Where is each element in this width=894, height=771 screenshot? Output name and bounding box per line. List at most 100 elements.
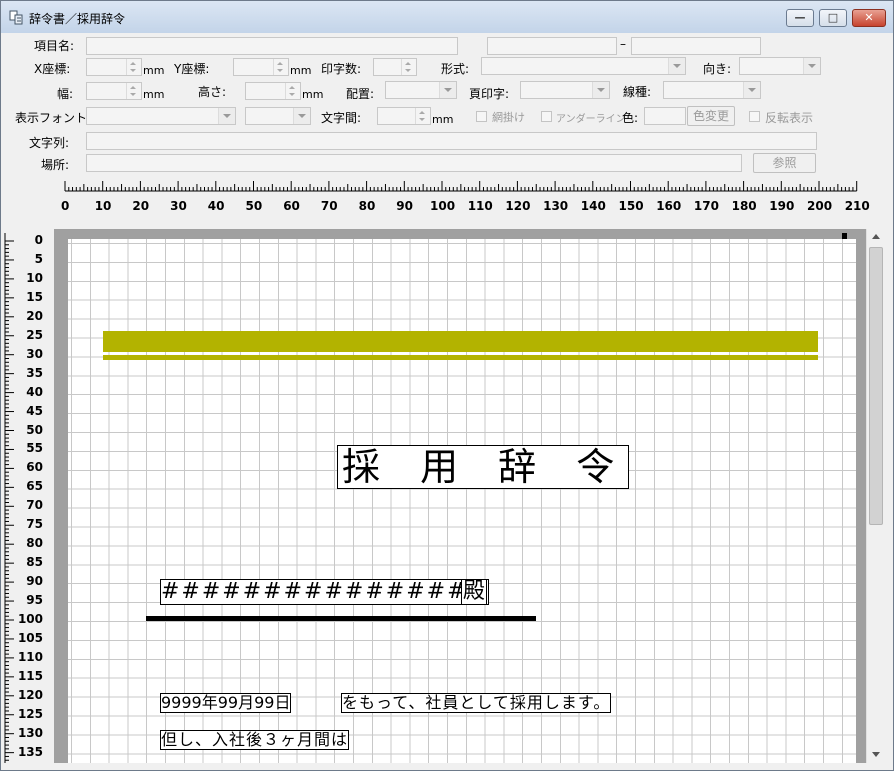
h-ruler-label: 160 <box>656 199 682 213</box>
document-page[interactable]: 採 用 辞 令 ################ 殿 9999年99月99日 を… <box>68 239 856 763</box>
page-print-select[interactable] <box>520 81 610 99</box>
main-window: 辞令書／採用辞令 — □ ✕ 項目名: – X座標: mm Y座標: mm 印字… <box>0 0 894 771</box>
underline-label: アンダーライン <box>556 114 626 125</box>
h-ruler-label: 110 <box>467 199 493 213</box>
height-spinner[interactable] <box>245 82 301 100</box>
color-change-button[interactable]: 色変更 <box>687 106 735 126</box>
linetype-label: 線種: <box>623 85 652 99</box>
heading-text-box[interactable]: 採 用 辞 令 <box>337 445 630 489</box>
header-band[interactable] <box>103 331 818 352</box>
spinner-arrows-icon[interactable] <box>285 83 300 99</box>
x-unit: mm <box>143 64 165 77</box>
h-ruler-label: 200 <box>807 199 833 213</box>
v-ruler-label: 80 <box>26 536 43 551</box>
chevron-down-icon[interactable] <box>743 82 760 98</box>
font-select[interactable] <box>86 107 236 125</box>
sentence-box[interactable]: をもって、社員として採用します。 <box>341 693 612 713</box>
align-select[interactable] <box>385 81 457 99</box>
h-ruler-label: 40 <box>207 199 225 213</box>
y-coord-spinner[interactable] <box>233 58 289 76</box>
spinner-arrows-icon[interactable] <box>273 59 288 75</box>
h-ruler-label: 30 <box>170 199 187 213</box>
chevron-down-icon[interactable] <box>668 58 685 74</box>
v-ruler-label: 50 <box>26 422 43 437</box>
v-ruler-label: 100 <box>17 612 43 626</box>
spacing-spinner[interactable] <box>377 107 431 125</box>
height-unit: mm <box>302 88 324 101</box>
range-end-field[interactable] <box>631 37 761 55</box>
item-name-field[interactable] <box>86 37 458 55</box>
v-ruler-label: 0 <box>34 233 43 247</box>
v-ruler-label: 30 <box>26 346 43 361</box>
v-ruler-label: 90 <box>26 574 43 589</box>
format-select[interactable] <box>481 57 686 75</box>
place-field[interactable] <box>86 154 742 172</box>
linetype-select[interactable] <box>663 81 761 99</box>
x-coord-spinner[interactable] <box>86 58 142 76</box>
direction-select[interactable] <box>739 57 821 75</box>
spinner-arrows-icon[interactable] <box>401 59 416 75</box>
height-label: 高さ: <box>198 85 227 99</box>
recipient-name-box[interactable]: ################ <box>160 579 489 605</box>
v-ruler-label: 75 <box>26 517 43 532</box>
chevron-down-icon[interactable] <box>218 108 235 124</box>
scroll-down-icon[interactable] <box>867 747 885 763</box>
chevron-down-icon[interactable] <box>293 108 310 124</box>
v-ruler-label: 120 <box>17 687 43 702</box>
h-ruler-label: 170 <box>693 199 719 213</box>
string-label: 文字列: <box>29 136 70 150</box>
date-box[interactable]: 9999年99月99日 <box>160 693 292 713</box>
scroll-up-icon[interactable] <box>867 229 885 245</box>
h-ruler-label: 210 <box>844 199 870 213</box>
h-ruler-label: 180 <box>731 199 757 213</box>
range-start-field[interactable] <box>487 37 617 55</box>
place-label: 場所: <box>41 158 70 172</box>
honorific-box[interactable]: 殿 <box>461 579 488 605</box>
h-ruler-label: 190 <box>769 199 795 213</box>
app-icon <box>9 10 23 25</box>
browse-button[interactable]: 参照 <box>753 153 816 173</box>
h-ruler-label: 150 <box>618 199 644 213</box>
v-ruler-label: 40 <box>26 384 43 399</box>
digits-spinner[interactable] <box>373 58 417 76</box>
condition-box[interactable]: 但し、入社後３ヶ月間は <box>160 730 350 750</box>
spinner-arrows-icon[interactable] <box>415 108 430 124</box>
item-name-label: 項目名: <box>34 39 75 53</box>
v-ruler-label: 55 <box>26 441 43 456</box>
format-label: 形式: <box>441 62 470 76</box>
spacing-label: 文字間: <box>321 111 362 125</box>
x-coord-label: X座標: <box>34 62 71 76</box>
chevron-down-icon[interactable] <box>803 58 820 74</box>
font-size-select[interactable] <box>245 107 311 125</box>
v-ruler-label: 110 <box>17 649 43 664</box>
width-label: 幅: <box>57 87 74 101</box>
invert-checkbox[interactable] <box>749 111 760 122</box>
v-ruler-label: 105 <box>17 630 43 645</box>
width-spinner[interactable] <box>86 82 142 100</box>
page-print-label: 頁印字: <box>469 87 510 101</box>
vertical-scrollbar[interactable] <box>866 229 885 763</box>
y-unit: mm <box>290 64 312 77</box>
title-bar[interactable]: 辞令書／採用辞令 — □ ✕ <box>1 1 893 33</box>
h-ruler-label: 10 <box>94 199 112 213</box>
name-underline[interactable] <box>146 616 536 621</box>
document-canvas[interactable]: 採 用 辞 令 ################ 殿 9999年99月99日 を… <box>54 229 866 763</box>
invert-label: 反転表示 <box>765 111 814 125</box>
chevron-down-icon[interactable] <box>439 82 456 98</box>
header-band-thin[interactable] <box>103 355 818 360</box>
spinner-arrows-icon[interactable] <box>126 83 141 99</box>
v-ruler-label: 95 <box>26 593 43 608</box>
scroll-thumb[interactable] <box>869 247 883 525</box>
underline-checkbox[interactable] <box>541 111 552 122</box>
close-button[interactable]: ✕ <box>852 9 886 27</box>
string-field[interactable] <box>86 132 817 150</box>
minimize-button[interactable]: — <box>786 9 814 27</box>
v-ruler-label: 70 <box>26 498 43 513</box>
spinner-arrows-icon[interactable] <box>126 59 141 75</box>
maximize-button[interactable]: □ <box>819 9 847 27</box>
h-ruler-label: 90 <box>396 199 413 213</box>
chevron-down-icon[interactable] <box>592 82 609 98</box>
hatch-checkbox[interactable] <box>476 111 487 122</box>
v-ruler-label: 15 <box>26 289 43 304</box>
v-ruler-label: 10 <box>26 270 43 285</box>
